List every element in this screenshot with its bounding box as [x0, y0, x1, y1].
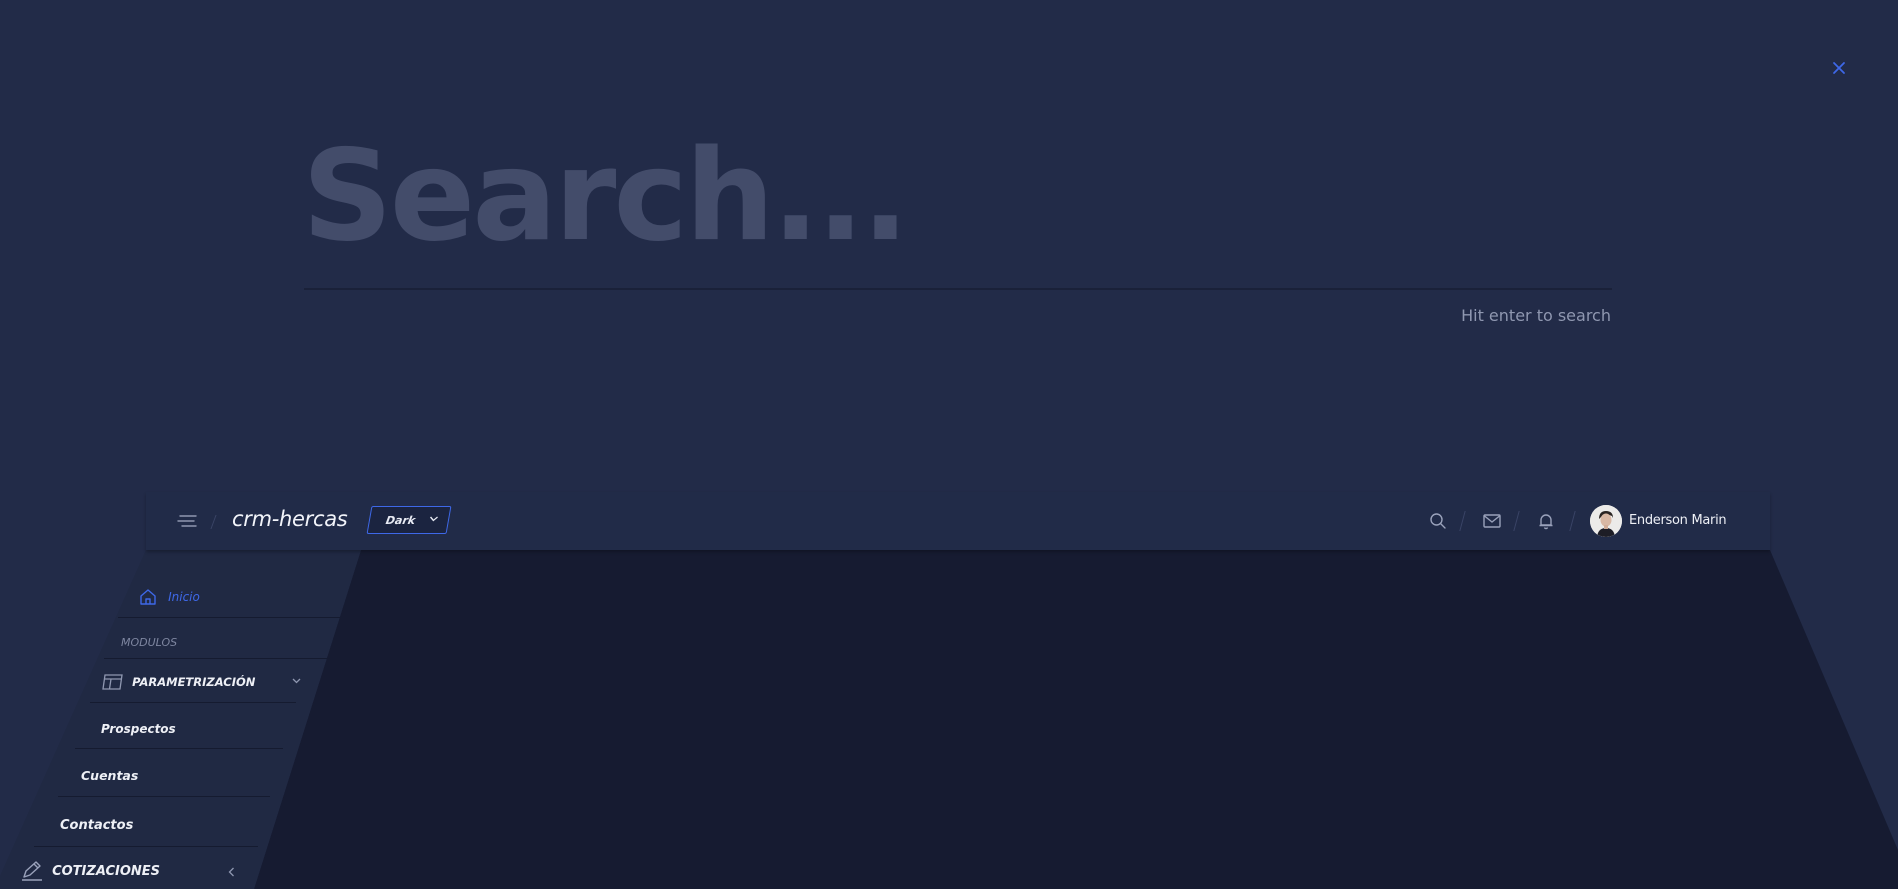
layout-icon — [102, 673, 123, 690]
menu-divider — [58, 796, 270, 797]
topbar-separator — [1569, 511, 1576, 531]
search-icon — [1430, 513, 1446, 529]
search-input[interactable] — [302, 120, 1612, 270]
menu-divider — [75, 748, 283, 749]
sidebar-item-cuentas[interactable]: Cuentas — [81, 765, 138, 784]
messages-button[interactable] — [1482, 511, 1502, 531]
chevron-left-icon — [228, 867, 234, 877]
sidebar-item-cotizaciones[interactable]: COTIZACIONES — [20, 860, 238, 882]
menu-divider — [90, 702, 296, 703]
close-search-button[interactable] — [1828, 58, 1850, 80]
brand-separator — [210, 515, 217, 529]
sidebar-item-inicio[interactable]: Inicio — [138, 586, 200, 606]
topbar-search-button[interactable] — [1428, 511, 1448, 531]
topbar-separator — [1513, 511, 1520, 531]
sidebar-item-parametrizacion[interactable]: PARAMETRIZACIÓN — [102, 671, 302, 691]
bell-icon — [1539, 514, 1553, 530]
page: Hit enter to search crm-hercas Dark — [0, 0, 1898, 889]
app-topbar: crm-hercas Dark Enderson Marin — [146, 492, 1770, 550]
menu-toggle-button[interactable] — [176, 513, 198, 529]
sidebar-item-label: Cuentas — [81, 768, 139, 783]
menu-divider — [118, 617, 340, 618]
chevron-down-icon — [292, 678, 301, 684]
section-label: MODULOS — [121, 636, 178, 649]
menu-divider — [34, 846, 258, 847]
sidebar-item-label: Prospectos — [101, 722, 176, 736]
sidebar-item-label: COTIZACIONES — [52, 863, 161, 879]
sidebar-section-modulos: MODULOS — [121, 631, 177, 650]
avatar[interactable] — [1590, 505, 1622, 537]
search-underline — [304, 288, 1612, 290]
notifications-button[interactable] — [1536, 511, 1556, 531]
user-name: Enderson Marin — [1629, 513, 1727, 528]
theme-select-value: Dark — [384, 514, 417, 527]
sidebar-item-label: Contactos — [60, 818, 134, 833]
chevron-down-icon — [429, 516, 438, 522]
menu-divider — [104, 658, 330, 659]
sidebar-item-label: PARAMETRIZACIÓN — [132, 674, 256, 689]
sidebar-item-contactos[interactable]: Contactos — [60, 814, 133, 833]
user-avatar-icon — [1590, 505, 1622, 537]
home-icon — [140, 588, 156, 605]
theme-select[interactable]: Dark — [366, 506, 452, 534]
topbar-separator — [1459, 511, 1466, 531]
close-icon — [1833, 61, 1845, 74]
mail-icon — [1483, 514, 1501, 528]
sidebar-item-prospectos[interactable]: Prospectos — [101, 718, 176, 737]
pencil-icon — [22, 861, 42, 881]
search-hint: Hit enter to search — [1461, 306, 1611, 325]
hamburger-icon — [177, 515, 197, 527]
sidebar-item-label: Inicio — [168, 589, 200, 604]
app-name: crm-hercas — [232, 507, 348, 531]
